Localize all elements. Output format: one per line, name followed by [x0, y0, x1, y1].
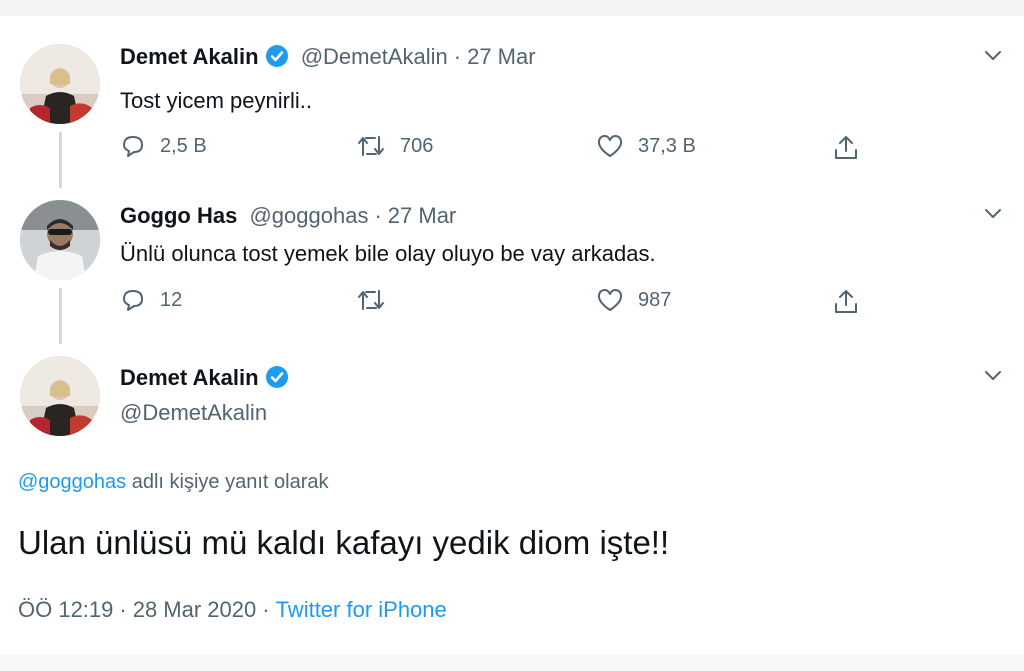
- display-name[interactable]: Goggo Has: [120, 203, 237, 228]
- tweet-actions: 12 987: [120, 287, 880, 317]
- avatar[interactable]: [20, 44, 100, 124]
- like-button[interactable]: 37,3 B: [596, 133, 696, 159]
- share-button[interactable]: [832, 133, 874, 161]
- reply-mention-link[interactable]: @goggohas: [18, 471, 126, 493]
- reply-icon: [123, 136, 143, 157]
- reply-button[interactable]: 12: [120, 287, 182, 313]
- tweet-header: Goggo Has @goggohas · 27 Mar: [120, 203, 456, 229]
- retweet-count: 706: [400, 134, 434, 157]
- retweet-button[interactable]: [356, 287, 400, 313]
- reply-count: 12: [160, 288, 183, 311]
- chevron-down-icon[interactable]: [982, 364, 1004, 386]
- thread-line: [59, 132, 62, 188]
- user-handle[interactable]: @goggohas: [249, 203, 368, 228]
- tweet-text: Ünlü olunca tost yemek bile olay oluyo b…: [120, 241, 656, 266]
- replying-to: @goggohas adlı kişiye yanıt olarak: [18, 471, 329, 494]
- like-count: 987: [638, 288, 672, 311]
- chevron-down-icon[interactable]: [982, 202, 1004, 224]
- tweet-header: Demet Akalin @DemetAkalin · 27 Mar: [120, 44, 536, 74]
- tweet-actions: 2,5 B 706 37,3 B: [120, 133, 880, 163]
- reply-count: 2,5 B: [160, 134, 207, 157]
- tweet-time[interactable]: ÖÖ 12:19: [18, 597, 113, 622]
- retweet-button[interactable]: 706: [356, 133, 433, 159]
- tweet-text: Ulan ünlüsü mü kaldı kafayı yedik diom i…: [18, 524, 670, 561]
- separator-dot: ·: [374, 203, 382, 228]
- share-icon: [835, 136, 857, 159]
- like-count: 37,3 B: [638, 134, 696, 157]
- top-edge: [0, 0, 1024, 16]
- reply-button[interactable]: 2,5 B: [120, 133, 207, 159]
- tweet-text: Tost yicem peynirli..: [120, 88, 312, 113]
- tweet-date[interactable]: 27 Mar: [467, 44, 535, 69]
- tweet-full-date[interactable]: 28 Mar 2020: [133, 597, 257, 622]
- retweet-icon: [358, 136, 384, 156]
- share-icon: [835, 290, 857, 313]
- tweet-header: Demet Akalin: [120, 365, 289, 395]
- separator-dot: ·: [119, 597, 127, 622]
- reply-suffix: adlı kişiye yanıt olarak: [126, 471, 329, 493]
- verified-badge-icon: [265, 365, 289, 395]
- tweet-meta: ÖÖ 12:19 · 28 Mar 2020 · Twitter for iPhone: [18, 597, 447, 623]
- chevron-down-icon[interactable]: [982, 44, 1004, 66]
- avatar[interactable]: [20, 200, 100, 280]
- share-button[interactable]: [832, 287, 874, 315]
- user-handle[interactable]: @DemetAkalin: [120, 400, 267, 425]
- like-button[interactable]: 987: [596, 287, 671, 313]
- like-icon: [597, 135, 623, 157]
- verified-badge-icon: [265, 44, 289, 74]
- user-handle[interactable]: @DemetAkalin: [301, 44, 448, 69]
- separator-dot: ·: [453, 44, 462, 69]
- avatar[interactable]: [20, 356, 100, 436]
- separator-dot: ·: [262, 597, 270, 622]
- bottom-edge: [0, 655, 1024, 671]
- tweet-date[interactable]: 27 Mar: [388, 203, 456, 228]
- display-name[interactable]: Demet Akalin: [120, 44, 259, 69]
- retweet-icon: [358, 290, 384, 310]
- tweet-source-link[interactable]: Twitter for iPhone: [276, 597, 447, 622]
- tweet-handle-line: @DemetAkalin: [120, 400, 267, 426]
- like-icon: [597, 289, 623, 311]
- reply-icon: [123, 290, 143, 311]
- display-name[interactable]: Demet Akalin: [120, 365, 259, 390]
- thread-line: [59, 288, 62, 344]
